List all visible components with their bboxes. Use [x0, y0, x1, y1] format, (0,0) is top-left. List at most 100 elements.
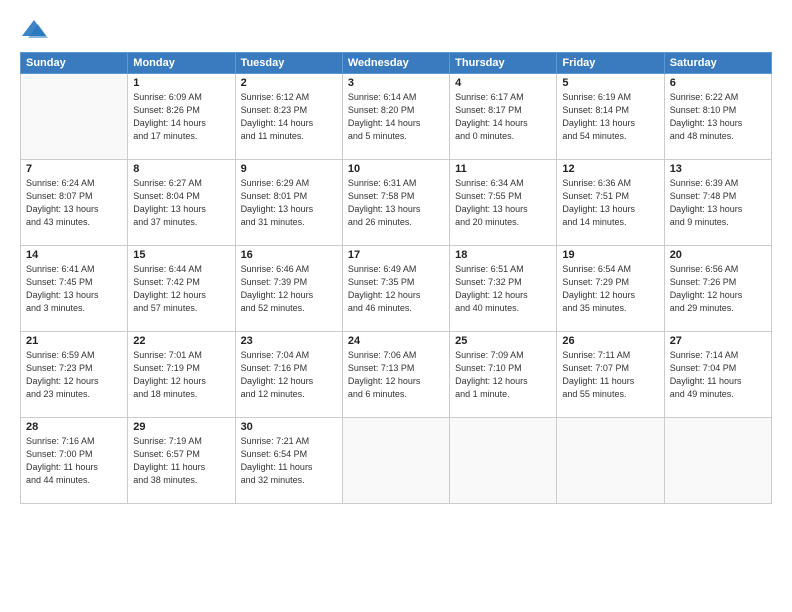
calendar-cell: 17 Sunrise: 6:49 AM Sunset: 7:35 PM Dayli…: [342, 246, 449, 332]
cell-info: Sunrise: 6:09 AM Sunset: 8:26 PM Dayligh…: [133, 91, 229, 143]
calendar-cell: 5 Sunrise: 6:19 AM Sunset: 8:14 PM Daylig…: [557, 74, 664, 160]
cell-info: Sunrise: 7:16 AM Sunset: 7:00 PM Dayligh…: [26, 435, 122, 487]
day-number: 23: [241, 335, 337, 347]
cell-info: Sunrise: 6:39 AM Sunset: 7:48 PM Dayligh…: [670, 177, 766, 229]
calendar-cell: 29 Sunrise: 7:19 AM Sunset: 6:57 PM Dayli…: [128, 418, 235, 504]
day-number: 10: [348, 163, 444, 175]
calendar-cell: 1 Sunrise: 6:09 AM Sunset: 8:26 PM Daylig…: [128, 74, 235, 160]
logo-icon: [20, 16, 48, 44]
calendar-cell: [557, 418, 664, 504]
calendar-cell: 2Sunrise: 6:12 AM Sunset: 8:23 PM Daylig…: [235, 74, 342, 160]
day-number: 5: [562, 77, 658, 89]
calendar-cell: 13 Sunrise: 6:39 AM Sunset: 7:48 PM Dayli…: [664, 160, 771, 246]
day-number: 1: [133, 77, 229, 89]
calendar-week-2: 7Sunrise: 6:24 AM Sunset: 8:07 PM Daylig…: [21, 160, 772, 246]
calendar-week-5: 28 Sunrise: 7:16 AM Sunset: 7:00 PM Dayli…: [21, 418, 772, 504]
day-number: 16: [241, 249, 337, 261]
calendar-cell: 19 Sunrise: 6:54 AM Sunset: 7:29 PM Dayli…: [557, 246, 664, 332]
day-number: 12: [562, 163, 658, 175]
header-row: SundayMondayTuesdayWednesdayThursdayFrid…: [21, 53, 772, 74]
day-number: 17: [348, 249, 444, 261]
calendar-cell: [21, 74, 128, 160]
day-header-monday: Monday: [128, 53, 235, 74]
cell-info: Sunrise: 6:22 AM Sunset: 8:10 PM Dayligh…: [670, 91, 766, 143]
calendar-cell: 16 Sunrise: 6:46 AM Sunset: 7:39 PM Dayli…: [235, 246, 342, 332]
cell-info: Sunrise: 7:06 AM Sunset: 7:13 PM Dayligh…: [348, 349, 444, 401]
day-number: 11: [455, 163, 551, 175]
cell-info: Sunrise: 6:17 AM Sunset: 8:17 PM Dayligh…: [455, 91, 551, 143]
calendar-cell: 7Sunrise: 6:24 AM Sunset: 8:07 PM Daylig…: [21, 160, 128, 246]
cell-info: Sunrise: 6:54 AM Sunset: 7:29 PM Dayligh…: [562, 263, 658, 315]
day-number: 22: [133, 335, 229, 347]
calendar-cell: 23Sunrise: 7:04 AM Sunset: 7:16 PM Dayli…: [235, 332, 342, 418]
calendar-cell: 8Sunrise: 6:27 AM Sunset: 8:04 PM Daylig…: [128, 160, 235, 246]
day-number: 6: [670, 77, 766, 89]
day-number: 9: [241, 163, 337, 175]
cell-info: Sunrise: 6:56 AM Sunset: 7:26 PM Dayligh…: [670, 263, 766, 315]
cell-info: Sunrise: 6:19 AM Sunset: 8:14 PM Dayligh…: [562, 91, 658, 143]
cell-info: Sunrise: 6:46 AM Sunset: 7:39 PM Dayligh…: [241, 263, 337, 315]
calendar-cell: 24 Sunrise: 7:06 AM Sunset: 7:13 PM Dayli…: [342, 332, 449, 418]
day-number: 14: [26, 249, 122, 261]
day-number: 8: [133, 163, 229, 175]
day-number: 20: [670, 249, 766, 261]
cell-info: Sunrise: 6:49 AM Sunset: 7:35 PM Dayligh…: [348, 263, 444, 315]
calendar-cell: [450, 418, 557, 504]
cell-info: Sunrise: 6:14 AM Sunset: 8:20 PM Dayligh…: [348, 91, 444, 143]
day-number: 18: [455, 249, 551, 261]
day-number: 28: [26, 421, 122, 433]
calendar-week-3: 14 Sunrise: 6:41 AM Sunset: 7:45 PM Dayli…: [21, 246, 772, 332]
cell-info: Sunrise: 6:31 AM Sunset: 7:58 PM Dayligh…: [348, 177, 444, 229]
day-number: 24: [348, 335, 444, 347]
day-header-thursday: Thursday: [450, 53, 557, 74]
cell-info: Sunrise: 7:09 AM Sunset: 7:10 PM Dayligh…: [455, 349, 551, 401]
cell-info: Sunrise: 7:11 AM Sunset: 7:07 PM Dayligh…: [562, 349, 658, 401]
cell-info: Sunrise: 7:19 AM Sunset: 6:57 PM Dayligh…: [133, 435, 229, 487]
day-header-sunday: Sunday: [21, 53, 128, 74]
day-number: 21: [26, 335, 122, 347]
cell-info: Sunrise: 7:14 AM Sunset: 7:04 PM Dayligh…: [670, 349, 766, 401]
calendar-cell: 9 Sunrise: 6:29 AM Sunset: 8:01 PM Daylig…: [235, 160, 342, 246]
day-number: 15: [133, 249, 229, 261]
calendar-header: SundayMondayTuesdayWednesdayThursdayFrid…: [21, 53, 772, 74]
calendar-week-4: 21 Sunrise: 6:59 AM Sunset: 7:23 PM Dayli…: [21, 332, 772, 418]
day-header-friday: Friday: [557, 53, 664, 74]
cell-info: Sunrise: 7:21 AM Sunset: 6:54 PM Dayligh…: [241, 435, 337, 487]
logo: [20, 16, 52, 44]
calendar-cell: 6 Sunrise: 6:22 AM Sunset: 8:10 PM Daylig…: [664, 74, 771, 160]
cell-info: Sunrise: 6:44 AM Sunset: 7:42 PM Dayligh…: [133, 263, 229, 315]
cell-info: Sunrise: 6:12 AM Sunset: 8:23 PM Dayligh…: [241, 91, 337, 143]
cell-info: Sunrise: 6:51 AM Sunset: 7:32 PM Dayligh…: [455, 263, 551, 315]
day-number: 19: [562, 249, 658, 261]
calendar-cell: [342, 418, 449, 504]
day-number: 30: [241, 421, 337, 433]
day-number: 27: [670, 335, 766, 347]
calendar-cell: 18 Sunrise: 6:51 AM Sunset: 7:32 PM Dayli…: [450, 246, 557, 332]
cell-info: Sunrise: 6:34 AM Sunset: 7:55 PM Dayligh…: [455, 177, 551, 229]
header: [20, 16, 772, 44]
calendar-cell: [664, 418, 771, 504]
day-number: 7: [26, 163, 122, 175]
day-header-wednesday: Wednesday: [342, 53, 449, 74]
cell-info: Sunrise: 6:36 AM Sunset: 7:51 PM Dayligh…: [562, 177, 658, 229]
calendar-cell: 21 Sunrise: 6:59 AM Sunset: 7:23 PM Dayli…: [21, 332, 128, 418]
calendar-week-1: 1 Sunrise: 6:09 AM Sunset: 8:26 PM Daylig…: [21, 74, 772, 160]
calendar-cell: 25Sunrise: 7:09 AM Sunset: 7:10 PM Dayli…: [450, 332, 557, 418]
day-number: 3: [348, 77, 444, 89]
day-number: 29: [133, 421, 229, 433]
calendar-table: SundayMondayTuesdayWednesdayThursdayFrid…: [20, 52, 772, 504]
calendar-cell: 4 Sunrise: 6:17 AM Sunset: 8:17 PM Daylig…: [450, 74, 557, 160]
cell-info: Sunrise: 6:41 AM Sunset: 7:45 PM Dayligh…: [26, 263, 122, 315]
calendar-cell: 14 Sunrise: 6:41 AM Sunset: 7:45 PM Dayli…: [21, 246, 128, 332]
cell-info: Sunrise: 6:29 AM Sunset: 8:01 PM Dayligh…: [241, 177, 337, 229]
calendar-cell: 11 Sunrise: 6:34 AM Sunset: 7:55 PM Dayli…: [450, 160, 557, 246]
calendar-cell: 10 Sunrise: 6:31 AM Sunset: 7:58 PM Dayli…: [342, 160, 449, 246]
day-header-saturday: Saturday: [664, 53, 771, 74]
calendar-cell: 22Sunrise: 7:01 AM Sunset: 7:19 PM Dayli…: [128, 332, 235, 418]
calendar-cell: 28 Sunrise: 7:16 AM Sunset: 7:00 PM Dayli…: [21, 418, 128, 504]
day-number: 4: [455, 77, 551, 89]
day-number: 13: [670, 163, 766, 175]
calendar-cell: 30 Sunrise: 7:21 AM Sunset: 6:54 PM Dayli…: [235, 418, 342, 504]
cell-info: Sunrise: 6:59 AM Sunset: 7:23 PM Dayligh…: [26, 349, 122, 401]
calendar-cell: 27 Sunrise: 7:14 AM Sunset: 7:04 PM Dayli…: [664, 332, 771, 418]
